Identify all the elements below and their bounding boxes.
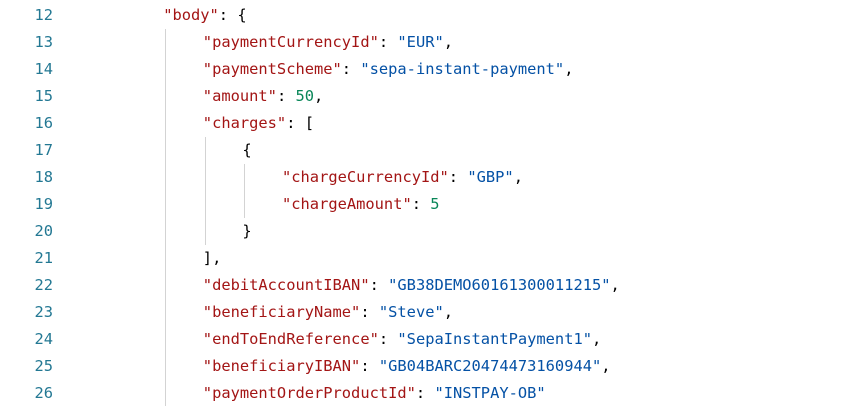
code-line[interactable]: 18 "chargeCurrencyId": "GBP", bbox=[0, 164, 862, 191]
json-key: "body" bbox=[163, 5, 219, 24]
json-string: "INSTPAY-OB" bbox=[434, 383, 546, 402]
code-line[interactable]: 13 "paymentCurrencyId": "EUR", bbox=[0, 29, 862, 56]
code-text: ], bbox=[203, 245, 222, 272]
json-key: "amount" bbox=[202, 86, 277, 105]
json-number: 5 bbox=[430, 194, 440, 213]
json-string: "EUR" bbox=[397, 32, 444, 51]
json-key: "paymentScheme" bbox=[202, 59, 342, 78]
code-text: "chargeCurrencyId": "GBP", bbox=[282, 164, 523, 191]
json-string: "GB04BARC20474473160944" bbox=[378, 356, 602, 375]
code-text: "chargeAmount": 5 bbox=[282, 191, 440, 218]
code-line[interactable]: 16 "charges": [ bbox=[0, 110, 862, 137]
json-key: "chargeCurrencyId" bbox=[282, 167, 449, 186]
json-key: "debitAccountIBAN" bbox=[202, 275, 370, 294]
code-line[interactable]: 24 "endToEndReference": "SepaInstantPayme… bbox=[0, 326, 862, 353]
json-string: "GBP" bbox=[467, 167, 514, 186]
line-number: 22 bbox=[34, 275, 53, 294]
code-editor[interactable]: 12 "body": {13 "paymentCurrencyId": "EUR",… bbox=[0, 0, 862, 406]
json-key: "beneficiaryName" bbox=[202, 302, 361, 321]
indent-guide bbox=[244, 163, 246, 218]
indent-guide bbox=[204, 136, 206, 245]
json-punctuation: : { bbox=[218, 5, 247, 24]
code-text: "paymentScheme": "sepa-instant-payment", bbox=[203, 56, 574, 83]
code-text: "charges": [ bbox=[203, 110, 314, 137]
code-text: "endToEndReference": "SepaInstantPayment… bbox=[203, 326, 601, 353]
line-number: 21 bbox=[34, 248, 53, 267]
json-punctuation: , bbox=[513, 167, 523, 186]
json-punctuation: , bbox=[564, 59, 574, 78]
line-number: 19 bbox=[34, 194, 53, 213]
line-number: 16 bbox=[34, 113, 53, 132]
code-text: "paymentOrderProductId": "INSTPAY-OB" bbox=[203, 380, 546, 406]
line-number: 17 bbox=[34, 140, 53, 159]
code-text: "beneficiaryName": "Steve", bbox=[203, 299, 453, 326]
code-line[interactable]: 26 "paymentOrderProductId": "INSTPAY-OB" bbox=[0, 380, 862, 406]
line-number: 20 bbox=[34, 221, 53, 240]
json-string: "SepaInstantPayment1" bbox=[397, 329, 592, 348]
code-line[interactable]: 22 "debitAccountIBAN": "GB38DEMO601613000… bbox=[0, 272, 862, 299]
line-number: 23 bbox=[34, 302, 53, 321]
json-punctuation: : bbox=[448, 167, 468, 186]
line-number: 18 bbox=[34, 167, 53, 186]
json-punctuation: : bbox=[369, 275, 389, 294]
json-punctuation: : bbox=[411, 194, 431, 213]
json-punctuation: , bbox=[592, 329, 602, 348]
json-number: 50 bbox=[295, 86, 315, 105]
json-key: "beneficiaryIBAN" bbox=[202, 356, 361, 375]
line-number: 25 bbox=[34, 356, 53, 375]
json-punctuation: , bbox=[610, 275, 620, 294]
json-punctuation: : bbox=[378, 329, 398, 348]
code-text: { bbox=[242, 137, 251, 164]
json-key: "paymentOrderProductId" bbox=[202, 383, 416, 402]
code-line[interactable]: 12 "body": { bbox=[0, 2, 862, 29]
line-number: 13 bbox=[34, 32, 53, 51]
line-number: 24 bbox=[34, 329, 53, 348]
code-text: "beneficiaryIBAN": "GB04BARC204744731609… bbox=[203, 353, 611, 380]
code-line[interactable]: 19 "chargeAmount": 5 bbox=[0, 191, 862, 218]
json-punctuation: { bbox=[242, 140, 252, 159]
json-punctuation: , bbox=[314, 86, 324, 105]
json-key: "paymentCurrencyId" bbox=[202, 32, 379, 51]
json-key: "charges" bbox=[202, 113, 287, 132]
json-punctuation: ], bbox=[202, 248, 222, 267]
code-line[interactable]: 15 "amount": 50, bbox=[0, 83, 862, 110]
code-line[interactable]: 25 "beneficiaryIBAN": "GB04BARC2047447316… bbox=[0, 353, 862, 380]
json-punctuation: : bbox=[341, 59, 361, 78]
code-text: "debitAccountIBAN": "GB38DEMO60161300011… bbox=[203, 272, 620, 299]
json-key: "endToEndReference" bbox=[202, 329, 379, 348]
code-line[interactable]: 17 { bbox=[0, 137, 862, 164]
code-line[interactable]: 23 "beneficiaryName": "Steve", bbox=[0, 299, 862, 326]
json-punctuation: , bbox=[443, 32, 454, 51]
json-string: "sepa-instant-payment" bbox=[360, 59, 565, 78]
json-punctuation: : bbox=[378, 32, 398, 51]
line-number: 15 bbox=[34, 86, 53, 105]
json-string: "GB38DEMO60161300011215" bbox=[388, 275, 611, 294]
code-text: } bbox=[242, 218, 251, 245]
json-punctuation: : bbox=[276, 86, 296, 105]
json-punctuation: : bbox=[415, 383, 435, 402]
line-number: 12 bbox=[34, 5, 53, 24]
code-line[interactable]: 20} bbox=[0, 218, 862, 245]
code-line[interactable]: 14 "paymentScheme": "sepa-instant-payment… bbox=[0, 56, 862, 83]
json-key: "chargeAmount" bbox=[282, 194, 412, 213]
code-text: "amount": 50, bbox=[203, 83, 324, 110]
indent-guide bbox=[165, 28, 167, 406]
json-punctuation: , bbox=[443, 302, 454, 321]
code-text: "body": { bbox=[163, 2, 246, 29]
json-punctuation: : bbox=[360, 356, 379, 375]
json-punctuation: , bbox=[601, 356, 611, 375]
json-punctuation: : [ bbox=[286, 113, 315, 132]
code-line[interactable]: 21], bbox=[0, 245, 862, 272]
json-punctuation: } bbox=[242, 221, 252, 240]
line-number: 14 bbox=[34, 59, 53, 78]
line-number: 26 bbox=[34, 383, 53, 402]
json-string: "Steve" bbox=[378, 302, 444, 321]
code-text: "paymentCurrencyId": "EUR", bbox=[203, 29, 453, 56]
json-punctuation: : bbox=[360, 302, 379, 321]
